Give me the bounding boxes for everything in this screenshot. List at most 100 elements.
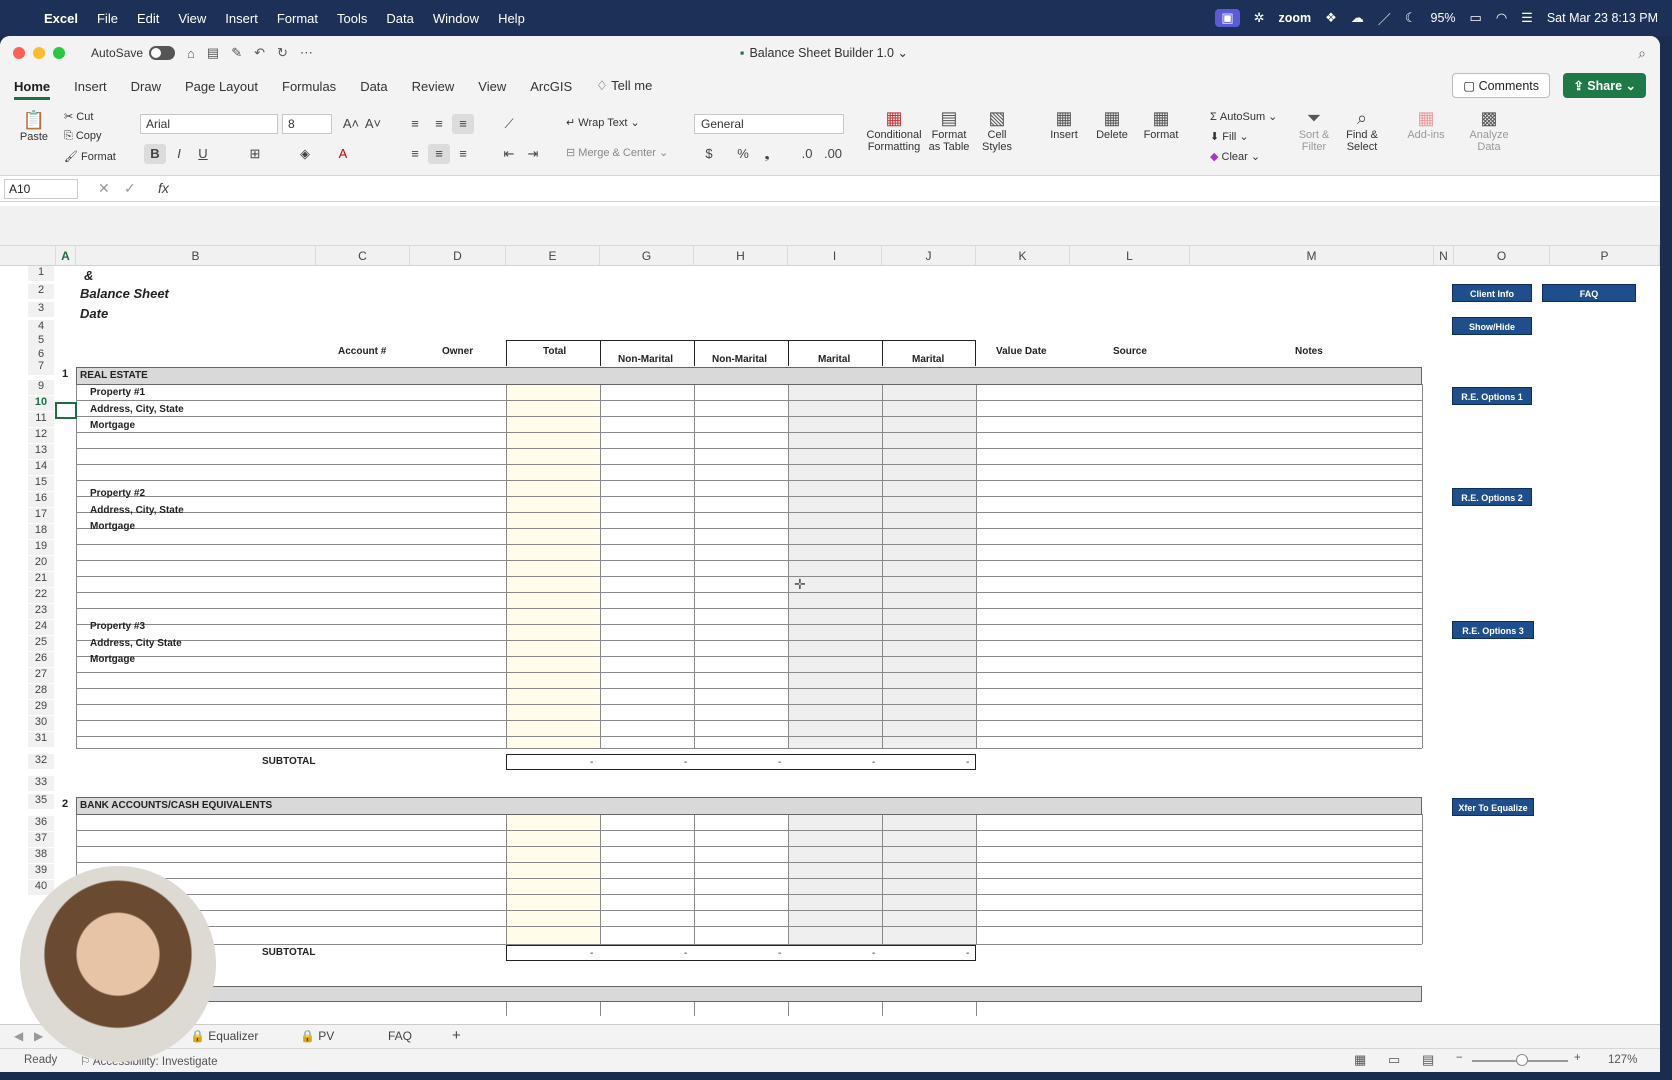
row-header-21[interactable]: 21 [28, 572, 54, 587]
zoom-out-icon[interactable]: − [1456, 1052, 1463, 1064]
borders-icon[interactable]: ⊞ [244, 144, 266, 164]
increase-decimal-icon[interactable]: .0 [796, 144, 818, 164]
tab-review[interactable]: Review [412, 73, 455, 100]
row-header-38[interactable]: 38 [28, 848, 54, 863]
search-icon[interactable]: ⌕ [1638, 45, 1646, 62]
zoom-window-button[interactable] [53, 47, 65, 59]
col-header-j[interactable]: J [882, 246, 976, 266]
row-header-18[interactable]: 18 [28, 524, 54, 539]
row-header-5[interactable]: 5 [28, 334, 54, 349]
currency-icon[interactable]: $ [698, 144, 720, 164]
add-ins-button[interactable]: ▦ Add-ins [1402, 108, 1450, 141]
font-family-select[interactable]: Arial [140, 114, 278, 134]
fx-icon[interactable]: fx [158, 180, 169, 196]
undo-icon[interactable]: ↶ [254, 45, 265, 61]
page-break-view-icon[interactable]: ▤ [1422, 1052, 1434, 1068]
row-header-29[interactable]: 29 [28, 700, 54, 715]
menu-window[interactable]: Window [433, 11, 479, 26]
zoom-in-icon[interactable]: + [1574, 1052, 1581, 1064]
menu-view[interactable]: View [178, 11, 206, 26]
document-title[interactable]: ▪ Balance Sheet Builder 1.0 ⌄ [740, 45, 908, 60]
col-header-m[interactable]: M [1190, 246, 1434, 266]
align-right-icon[interactable]: ≡ [452, 144, 474, 164]
col-header-n[interactable]: N [1434, 246, 1454, 266]
comments-button[interactable]: ▢ Comments [1452, 73, 1550, 98]
comma-icon[interactable]: ❟ [756, 144, 778, 164]
row-header-7[interactable]: 7 [28, 360, 54, 375]
next-sheet-icon[interactable]: ▶ [34, 1029, 43, 1043]
col-header-b[interactable]: B [76, 246, 316, 266]
decrease-font-icon[interactable]: A˅ [362, 114, 384, 134]
zoom-status[interactable]: zoom [1279, 11, 1312, 25]
battery-icon[interactable]: ▭ [1470, 10, 1482, 26]
row-header-22[interactable]: 22 [28, 588, 54, 603]
cloud-icon[interactable]: ☁ [1351, 10, 1364, 26]
menu-help[interactable]: Help [498, 11, 525, 26]
tab-page-layout[interactable]: Page Layout [185, 73, 258, 100]
row-header-31[interactable]: 31 [28, 732, 54, 747]
row-header-3[interactable]: 3 [28, 302, 54, 317]
font-color-icon[interactable]: A [332, 144, 354, 164]
italic-button[interactable]: I [168, 144, 190, 164]
wifi-icon[interactable]: ◠ [1496, 10, 1507, 26]
enter-icon[interactable]: ✓ [124, 180, 136, 197]
menu-insert[interactable]: Insert [225, 11, 258, 26]
row-header-13[interactable]: 13 [28, 444, 54, 459]
row-header-39[interactable]: 39 [28, 864, 54, 879]
row-header-27[interactable]: 27 [28, 668, 54, 683]
add-sheet-icon[interactable]: + [452, 1027, 461, 1044]
menu-data[interactable]: Data [386, 11, 413, 26]
row-header-32[interactable]: 32 [28, 754, 54, 769]
tab-home[interactable]: Home [14, 73, 51, 100]
save-icon[interactable]: ▤ [207, 45, 219, 61]
menu-file[interactable]: File [97, 11, 118, 26]
row-header-19[interactable]: 19 [28, 540, 54, 555]
worksheet-grid[interactable]: A B C D E G H I J K L M N O P 1 2 3 4 5 6 7 9 10… [0, 206, 1660, 1016]
row-header-16[interactable]: 16 [28, 492, 54, 507]
col-header-c[interactable]: C [316, 246, 410, 266]
analyze-data-button[interactable]: ▩ Analyze Data [1464, 108, 1514, 153]
col-header-g[interactable]: G [600, 246, 694, 266]
page-layout-view-icon[interactable]: ▭ [1388, 1052, 1400, 1068]
cut-button[interactable]: ✂ Cut [64, 110, 93, 123]
re-options-1-button[interactable]: R.E. Options 1 [1452, 387, 1532, 405]
row-header-15[interactable]: 15 [28, 476, 54, 491]
row-header-25[interactable]: 25 [28, 636, 54, 651]
insert-cells-button[interactable]: ▦ Insert [1040, 108, 1088, 141]
name-box[interactable]: A10 [4, 179, 78, 199]
decrease-decimal-icon[interactable]: .00 [822, 144, 844, 164]
dropbox-icon[interactable]: ❖ [1325, 10, 1337, 26]
bold-button[interactable]: B [144, 144, 166, 164]
row-header-26[interactable]: 26 [28, 652, 54, 667]
orientation-icon[interactable]: ⟋ [498, 114, 520, 134]
decrease-indent-icon[interactable]: ⇤ [498, 144, 520, 164]
sheet-tab-pv[interactable]: 🔒 PV [300, 1029, 334, 1043]
row-header-4[interactable]: 4 [28, 320, 54, 335]
col-header-o[interactable]: O [1454, 246, 1550, 266]
row-header-20[interactable]: 20 [28, 556, 54, 571]
align-bottom-icon[interactable]: ≡ [452, 114, 474, 134]
number-format-select[interactable]: General [694, 114, 844, 134]
align-middle-icon[interactable]: ≡ [428, 114, 450, 134]
menu-format[interactable]: Format [277, 11, 318, 26]
pen-icon[interactable]: ／ [1378, 9, 1391, 28]
tab-insert[interactable]: Insert [74, 73, 107, 100]
zoom-slider-handle[interactable] [1516, 1054, 1528, 1066]
col-header-i[interactable]: I [788, 246, 882, 266]
menu-app[interactable]: Excel [44, 11, 78, 26]
re-options-3-button[interactable]: R.E. Options 3 [1452, 621, 1534, 639]
col-header-k[interactable]: K [976, 246, 1070, 266]
fill-button[interactable]: ⬇ Fill ⌄ [1210, 130, 1249, 143]
row-header-17[interactable]: 17 [28, 508, 54, 523]
moon-icon[interactable]: ☾ [1405, 10, 1417, 26]
row-header-33[interactable]: 33 [28, 776, 54, 791]
align-center-icon[interactable]: ≡ [428, 144, 450, 164]
increase-indent-icon[interactable]: ⇥ [522, 144, 544, 164]
redo-icon[interactable]: ↻ [277, 45, 288, 61]
merge-center-button[interactable]: ⊟ Merge & Center ⌄ [566, 146, 668, 159]
edit-icon[interactable]: ✎ [231, 45, 242, 61]
col-header-h[interactable]: H [694, 246, 788, 266]
share-button[interactable]: ⇪ Share ⌄ [1563, 73, 1646, 98]
tell-me[interactable]: ♢ Tell me [596, 72, 652, 100]
row-header-30[interactable]: 30 [28, 716, 54, 731]
